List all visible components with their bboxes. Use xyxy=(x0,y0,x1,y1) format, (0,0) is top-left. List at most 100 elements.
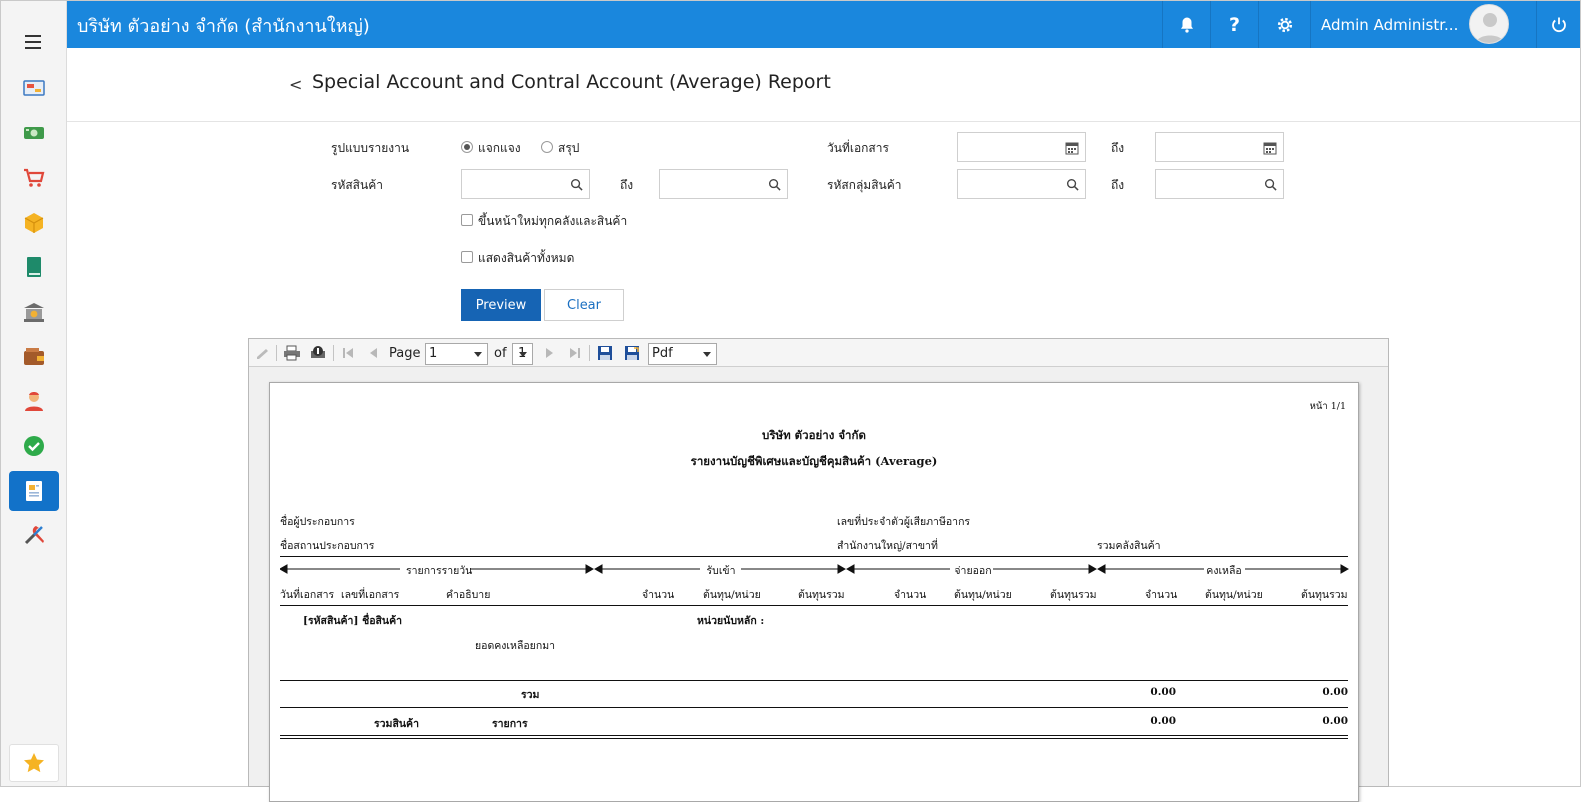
group-balance: คงเหลือ xyxy=(1204,562,1244,579)
group-received: รับเข้า xyxy=(701,562,741,579)
radio-detail-label[interactable]: แจกแจง xyxy=(478,139,521,158)
export-icon[interactable] xyxy=(624,344,640,362)
search-icon xyxy=(570,178,583,191)
gear-icon[interactable] xyxy=(1258,1,1310,48)
doc-date-to-input[interactable] xyxy=(1155,132,1284,162)
col-in-total-cost: ต้นทุนรวม xyxy=(798,589,845,601)
grand-label: รวมสินค้า xyxy=(374,718,419,730)
doc-date-from-input[interactable] xyxy=(957,132,1086,162)
format-select[interactable]: Pdf xyxy=(648,343,717,365)
new-page-checkbox[interactable] xyxy=(461,214,473,226)
tools-icon[interactable] xyxy=(9,515,59,555)
place-label: ชื่อสถานประกอบการ xyxy=(280,540,375,552)
user-icon[interactable] xyxy=(9,381,59,421)
group-daily: รายการรายวัน xyxy=(406,562,472,579)
group-issued: จ่ายออก xyxy=(953,562,993,579)
book-icon[interactable] xyxy=(9,247,59,287)
col-description: คำอธิบาย xyxy=(446,589,491,601)
product-label: [รหัสสินค้า] ชื่อสินค้า xyxy=(303,615,403,627)
box-icon[interactable] xyxy=(9,203,59,243)
grand-qty: 0.00 xyxy=(1150,715,1176,727)
last-page-icon[interactable] xyxy=(568,344,582,362)
company-name[interactable]: บริษัท ตัวอย่าง จำกัด (สำนักงานใหญ่) xyxy=(77,11,370,40)
product-group-label: รหัสกลุ่มสินค้า xyxy=(827,178,902,192)
edit-icon[interactable] xyxy=(255,344,271,362)
dashboard-icon[interactable] xyxy=(9,68,59,108)
product-code-to-label: ถึง xyxy=(620,178,634,192)
show-all-checkbox[interactable] xyxy=(461,251,473,263)
cart-icon[interactable] xyxy=(9,158,59,198)
total-label: รวม xyxy=(521,689,540,701)
col-out-unit-cost: ต้นทุน/หน่วย xyxy=(954,589,1012,601)
of-label: of xyxy=(494,345,507,361)
bank-icon[interactable] xyxy=(9,292,59,332)
print-icon[interactable] xyxy=(283,344,301,362)
menu-icon[interactable] xyxy=(25,35,41,49)
search-icon xyxy=(1264,178,1277,191)
search-icon xyxy=(1066,178,1079,191)
product-code-from-input[interactable] xyxy=(461,169,590,199)
viewer-toolbar: Page 1 of 1 Pdf xyxy=(249,339,1388,367)
col-bal-qty: จำนวน xyxy=(1145,589,1178,601)
clear-button[interactable]: Clear xyxy=(544,289,624,321)
report-viewer: Page 1 of 1 Pdf หน้า 1/1 บริษัท ตัวอย่าง… xyxy=(248,338,1389,802)
page-select[interactable]: 1 xyxy=(425,343,488,365)
report-page-no: หน้า 1/1 xyxy=(1309,401,1346,412)
branch-label: สำนักงานใหญ่/สาขาที่ xyxy=(837,540,938,552)
user-menu[interactable]: Admin Administr... xyxy=(1310,1,1536,48)
col-in-qty: จำนวน xyxy=(642,589,675,601)
bell-icon[interactable] xyxy=(1162,1,1210,48)
col-doc-no: เลขที่เอกสาร xyxy=(341,589,400,601)
wallet-icon[interactable] xyxy=(9,337,59,377)
product-code-to-input[interactable] xyxy=(659,169,788,199)
col-out-total-cost: ต้นทุนรวม xyxy=(1050,589,1097,601)
search-icon xyxy=(768,178,781,191)
save-icon[interactable] xyxy=(597,344,613,362)
top-bar: บริษัท ตัวอย่าง จำกัด (สำนักงานใหญ่) ? A… xyxy=(67,1,1580,48)
check-icon[interactable] xyxy=(9,426,59,466)
items-label: รายการ xyxy=(492,718,528,730)
report-company: บริษัท ตัวอย่าง จำกัด xyxy=(762,428,866,442)
page-header: < Special Account and Contral Account (A… xyxy=(67,48,1580,122)
page-label: Page xyxy=(389,345,421,361)
total-cost: 0.00 xyxy=(1322,686,1348,698)
star-icon[interactable] xyxy=(9,744,59,782)
radio-detail[interactable] xyxy=(461,141,473,153)
power-icon[interactable] xyxy=(1536,1,1580,48)
report-page: หน้า 1/1 บริษัท ตัวอย่าง จำกัด รายงานบัญ… xyxy=(269,382,1359,802)
print-pdf-icon[interactable] xyxy=(309,344,327,362)
doc-date-to-label: ถึง xyxy=(1111,141,1125,155)
warehouse-label: รวมคลังสินค้า xyxy=(1097,540,1161,552)
prev-page-icon[interactable] xyxy=(367,344,381,362)
total-pages: 1 xyxy=(512,343,533,365)
product-group-to-input[interactable] xyxy=(1155,169,1284,199)
doc-date-label: วันที่เอกสาร xyxy=(827,141,889,155)
col-in-unit-cost: ต้นทุน/หน่วย xyxy=(703,589,761,601)
grand-cost: 0.00 xyxy=(1322,715,1348,727)
report-type-label: รูปแบบรายงาน xyxy=(331,141,410,155)
preview-button[interactable]: Preview xyxy=(461,289,541,321)
calendar-icon xyxy=(1065,142,1079,155)
total-qty: 0.00 xyxy=(1150,686,1176,698)
report-icon[interactable] xyxy=(9,471,59,511)
back-button[interactable]: < xyxy=(289,75,302,94)
tax-id-label: เลขที่ประจำตัวผู้เสียภาษีอากร xyxy=(837,516,971,528)
next-page-icon[interactable] xyxy=(542,344,556,362)
product-group-from-input[interactable] xyxy=(957,169,1086,199)
money-icon[interactable] xyxy=(9,113,59,153)
unit-label: หน่วยนับหลัก : xyxy=(697,615,765,627)
show-all-label[interactable]: แสดงสินค้าทั้งหมด xyxy=(478,249,574,268)
product-code-label: รหัสสินค้า xyxy=(331,178,383,192)
col-doc-date: วันที่เอกสาร xyxy=(280,589,335,601)
col-bal-unit-cost: ต้นทุน/หน่วย xyxy=(1205,589,1263,601)
operator-label: ชื่อผู้ประกอบการ xyxy=(280,516,355,528)
first-page-icon[interactable] xyxy=(341,344,355,362)
help-icon[interactable]: ? xyxy=(1210,1,1258,48)
page-title: Special Account and Contral Account (Ave… xyxy=(312,71,831,93)
new-page-label[interactable]: ขึ้นหน้าใหม่ทุกคลังและสินค้า xyxy=(478,212,627,231)
avatar xyxy=(1469,4,1509,44)
user-name: Admin Administr... xyxy=(1321,15,1459,34)
radio-summary-label[interactable]: สรุป xyxy=(558,139,579,158)
calendar-icon xyxy=(1263,142,1277,155)
radio-summary[interactable] xyxy=(541,141,553,153)
